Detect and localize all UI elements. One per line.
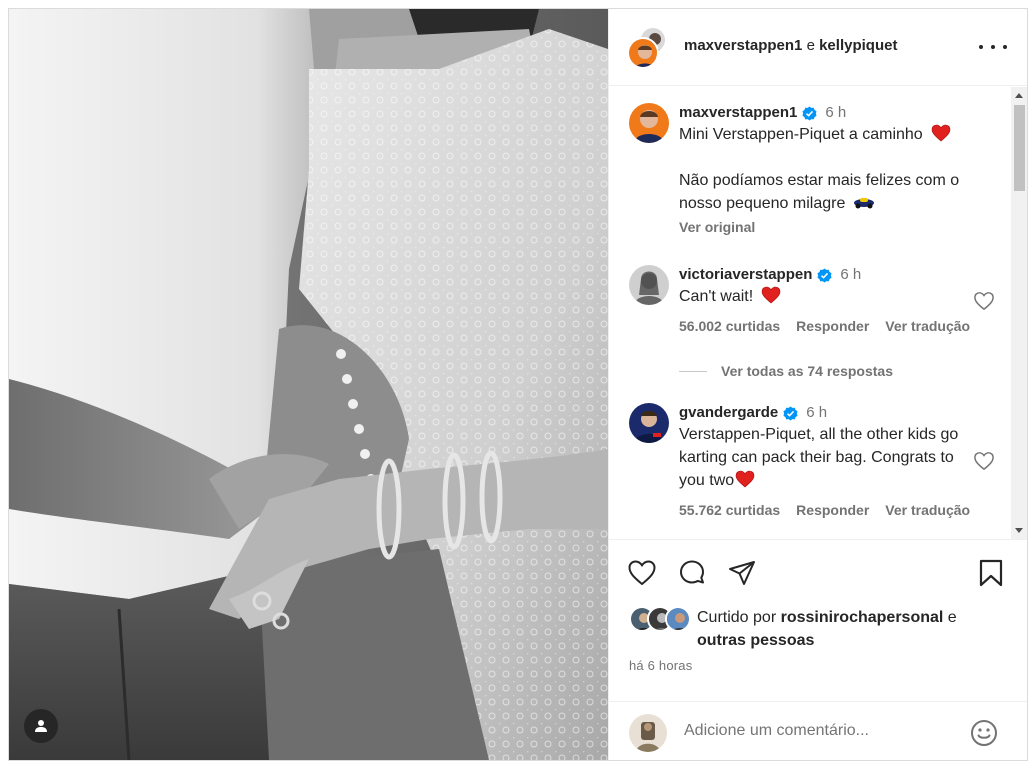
share-icon[interactable] xyxy=(727,558,757,588)
comment-username[interactable]: victoriaverstappen xyxy=(679,265,812,285)
reply-button[interactable]: Responder xyxy=(796,502,869,518)
liked-by-text: Curtido por rossinirochapersonal e outra… xyxy=(697,606,997,652)
post-timestamp[interactable]: há 6 horas xyxy=(629,658,692,673)
avatar[interactable] xyxy=(629,103,669,143)
post-header: maxverstappen1 e kellypiquet xyxy=(609,9,1027,86)
caption-line-2: Não podíamos estar mais felizes com o no… xyxy=(679,172,960,212)
post-actions: Curtido por rossinirochapersonal e outra… xyxy=(609,539,1027,760)
verified-badge-icon xyxy=(817,267,832,283)
comment-item: gvandergarde 6 h Verstappen-Piquet, all … xyxy=(629,403,1009,533)
scroll-thumb[interactable] xyxy=(1014,105,1025,191)
post-header-title: maxverstappen1 e kellypiquet xyxy=(684,37,897,54)
comments-scrollbar[interactable] xyxy=(1011,87,1027,539)
heart-emoji-icon xyxy=(735,470,755,488)
like-comment-heart-icon[interactable] xyxy=(973,291,995,311)
post-image xyxy=(9,9,608,760)
instagram-post: maxverstappen1 e kellypiquet maxverstapp… xyxy=(8,8,1028,761)
translate-button[interactable]: Ver tradução xyxy=(885,502,970,518)
comment-time: 6 h xyxy=(806,404,828,421)
user-tag-icon xyxy=(35,720,47,732)
current-user-avatar xyxy=(629,714,667,752)
avatar-maxverstappen1[interactable] xyxy=(627,37,659,69)
liked-by-user[interactable]: rossinirochapersonal xyxy=(781,609,944,626)
view-replies-button[interactable]: Ver todas as 74 respostas xyxy=(679,363,893,379)
comment-text-content: Verstappen-Piquet, all the other kids go… xyxy=(679,426,959,489)
liked-by-conjunction: e xyxy=(947,609,957,626)
like-heart-icon[interactable] xyxy=(627,558,657,588)
race-car-emoji-icon xyxy=(853,198,874,209)
post-side-panel: maxverstappen1 e kellypiquet maxverstapp… xyxy=(608,9,1027,760)
caption-line-1: Mini Verstappen-Piquet a caminho xyxy=(679,126,923,143)
comments-list[interactable]: maxverstappen1 6 h Mini Verstappen-Pique… xyxy=(609,87,1027,539)
collab-avatars[interactable] xyxy=(627,26,671,70)
avatar[interactable] xyxy=(629,265,669,305)
see-original-link[interactable]: Ver original xyxy=(679,219,979,235)
caption-username[interactable]: maxverstappen1 xyxy=(679,103,797,123)
scroll-down-arrow-icon[interactable] xyxy=(1015,528,1023,533)
verified-badge-icon xyxy=(783,405,798,421)
like-comment-heart-icon[interactable] xyxy=(973,451,995,471)
liked-by: Curtido por rossinirochapersonal e outra… xyxy=(629,606,1009,654)
view-replies-label: Ver todas as 74 respostas xyxy=(721,363,893,379)
save-bookmark-icon[interactable] xyxy=(976,558,1006,588)
liked-by-avatars[interactable] xyxy=(629,606,695,634)
comment-time: 6 h xyxy=(840,266,862,283)
add-comment-input[interactable] xyxy=(684,722,954,740)
heart-emoji-icon xyxy=(761,286,780,304)
liked-by-others[interactable]: outras pessoas xyxy=(697,632,814,649)
comment-username[interactable]: gvandergarde xyxy=(679,403,778,423)
comment-icon[interactable] xyxy=(677,558,707,588)
add-comment-bar xyxy=(609,701,1027,760)
emoji-icon[interactable] xyxy=(969,718,999,748)
header-username-1[interactable]: maxverstappen1 xyxy=(684,37,802,54)
post-photo[interactable] xyxy=(9,9,608,760)
more-options-icon[interactable] xyxy=(979,37,1007,57)
caption-text: Mini Verstappen-Piquet a caminho Não pod… xyxy=(679,123,979,215)
replies-divider xyxy=(679,370,707,372)
comment-text: Verstappen-Piquet, all the other kids go… xyxy=(679,423,959,492)
translate-button[interactable]: Ver tradução xyxy=(885,318,970,334)
liked-by-prefix: Curtido por xyxy=(697,609,777,626)
header-conjunction: e xyxy=(806,37,815,54)
comment-text-content: Can't wait! xyxy=(679,288,754,305)
verified-badge-icon xyxy=(802,105,817,121)
caption: maxverstappen1 6 h Mini Verstappen-Pique… xyxy=(629,103,1009,243)
user-tag-button[interactable] xyxy=(24,709,58,743)
scroll-up-arrow-icon[interactable] xyxy=(1015,93,1023,98)
comment-text: Can't wait! xyxy=(679,285,979,308)
avatar[interactable] xyxy=(665,606,691,632)
avatar[interactable] xyxy=(629,403,669,443)
comment-item: victoriaverstappen 6 h Can't wait! 56.00… xyxy=(629,265,1009,345)
comment-likes[interactable]: 55.762 curtidas xyxy=(679,502,780,518)
reply-button[interactable]: Responder xyxy=(796,318,869,334)
heart-emoji-icon xyxy=(931,124,951,142)
caption-time: 6 h xyxy=(825,104,847,121)
header-username-2[interactable]: kellypiquet xyxy=(819,37,897,54)
comment-likes[interactable]: 56.002 curtidas xyxy=(679,318,780,334)
